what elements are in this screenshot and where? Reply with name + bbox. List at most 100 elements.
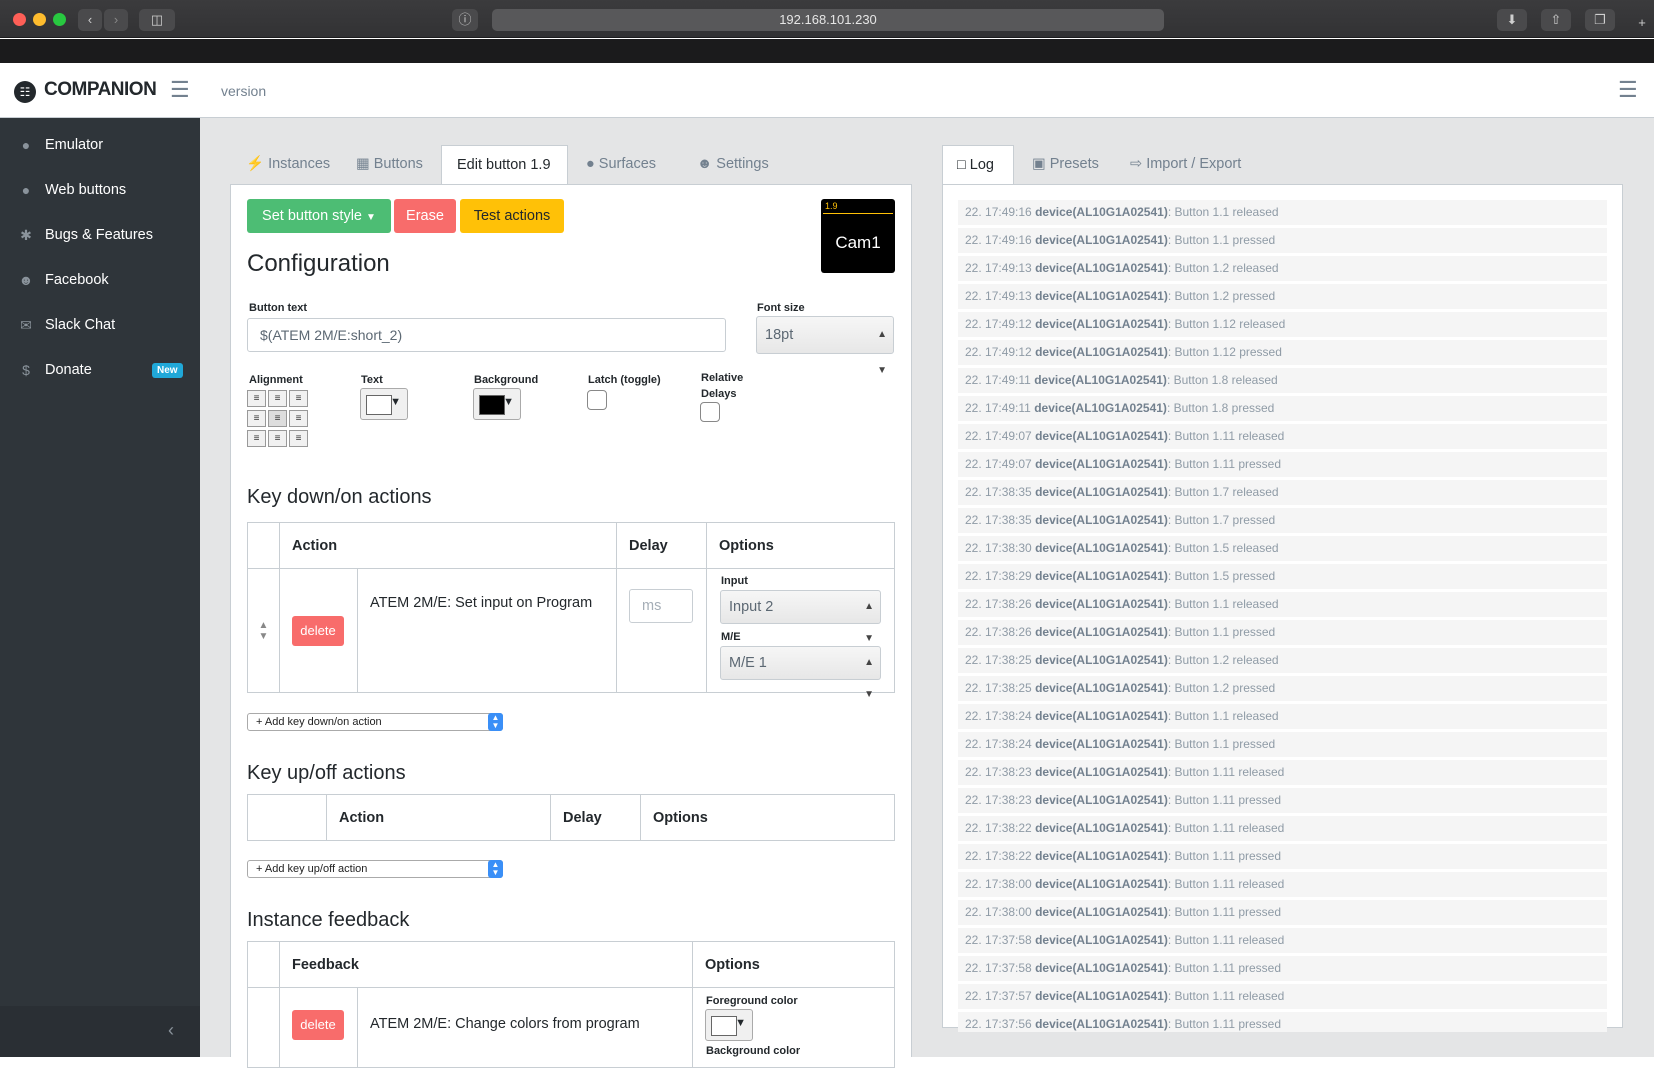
log-time: 22. 17:38:29 (965, 569, 1032, 583)
relative-delays-label: Relative Delays (701, 372, 744, 400)
drag-column-header (247, 794, 327, 841)
align-top-right-icon[interactable]: ≡ (289, 390, 308, 407)
log-time: 22. 17:38:22 (965, 821, 1032, 835)
align-middle-center-icon[interactable]: ≡ (268, 410, 287, 427)
me-select[interactable]: M/E 1 ▲ ▼ (720, 646, 881, 700)
log-device: device(AL10G1A02541) (1035, 233, 1168, 247)
caret-down-icon: ▼ (366, 212, 376, 223)
font-size-label: Font size (757, 302, 805, 314)
log-message: : Button 1.11 released (1167, 989, 1285, 1003)
download-icon[interactable]: ⬇ (1497, 9, 1527, 31)
log-device: device(AL10G1A02541) (1035, 569, 1168, 583)
log-device: device(AL10G1A02541) (1035, 485, 1168, 499)
aside-menu-icon[interactable]: ☰ (1618, 77, 1638, 103)
tabs-icon[interactable]: ❐ (1585, 9, 1615, 31)
back-icon[interactable]: ‹ (78, 9, 102, 31)
privacy-icon[interactable]: ⓘ (452, 9, 478, 31)
zoom-window-button[interactable] (53, 13, 66, 26)
log-time: 22. 17:38:24 (965, 737, 1032, 751)
align-bottom-left-icon[interactable]: ≡ (247, 430, 266, 447)
alignment-label: Alignment (249, 374, 303, 386)
log-device: device(AL10G1A02541) (1035, 261, 1168, 275)
align-top-left-icon[interactable]: ≡ (247, 390, 266, 407)
latch-checkbox[interactable] (587, 390, 607, 410)
log-entry: 22. 17:38:35 device(AL10G1A02541): Butto… (958, 508, 1607, 533)
align-middle-right-icon[interactable]: ≡ (289, 410, 308, 427)
log-device: device(AL10G1A02541) (1035, 681, 1168, 695)
log-message: : Button 1.1 released (1167, 709, 1279, 723)
log-time: 22. 17:49:16 (965, 233, 1032, 247)
key-down-heading: Key down/on actions (247, 486, 432, 508)
log-entry: 22. 17:38:26 device(AL10G1A02541): Butto… (958, 592, 1607, 617)
sidebar-item-slack[interactable]: ✉ Slack Chat (0, 303, 200, 347)
align-bottom-center-icon[interactable]: ≡ (268, 430, 287, 447)
log-time: 22. 17:38:25 (965, 653, 1032, 667)
select-arrows-icon: ▲ ▼ (488, 860, 503, 878)
new-tab-icon[interactable]: + (1632, 12, 1652, 34)
minimize-window-button[interactable] (33, 13, 46, 26)
tab-settings[interactable]: ☻ Settings (683, 145, 783, 185)
add-key-up-action-select[interactable]: + Add key up/off action ▲ ▼ (247, 860, 503, 878)
close-window-button[interactable] (13, 13, 26, 26)
background-color-picker[interactable]: ▼ (473, 388, 521, 420)
log-entry: 22. 17:38:29 device(AL10G1A02541): Butto… (958, 564, 1607, 589)
delete-action-button[interactable]: delete (292, 615, 344, 646)
font-size-select[interactable]: 18pt ▲ ▼ (756, 316, 894, 376)
log-entry: 22. 17:38:24 device(AL10G1A02541): Butto… (958, 704, 1607, 729)
companion-logo-icon: ☷ (14, 81, 36, 103)
preview-id: 1.9 (825, 201, 838, 211)
version-label: version (221, 83, 267, 99)
delete-feedback-button[interactable]: delete (292, 1010, 344, 1040)
delay-input[interactable]: ms (629, 589, 693, 623)
tab-presets[interactable]: ▣ Presets (1018, 145, 1113, 185)
button-preview: 1.9 Cam1 (821, 199, 895, 273)
log-time: 22. 17:49:07 (965, 429, 1032, 443)
sidebar-item-emulator[interactable]: ● Emulator (0, 123, 200, 167)
sidebar-item-web-buttons[interactable]: ● Web buttons (0, 168, 200, 212)
file-import-icon: ⇨ (1130, 156, 1143, 172)
align-bottom-right-icon[interactable]: ≡ (289, 430, 308, 447)
tab-instances[interactable]: ⚡ Instances (232, 145, 344, 185)
tab-import-export[interactable]: ⇨ Import / Export (1116, 145, 1255, 185)
sidebar-item-donate[interactable]: $ Donate New (0, 348, 200, 392)
sidebar-item-bugs[interactable]: ✱ Bugs & Features (0, 213, 200, 257)
add-key-down-action-select[interactable]: + Add key down/on action ▲ ▼ (247, 713, 503, 731)
drag-handle-icon[interactable]: ▲ ▼ (247, 568, 280, 693)
sidebar-minimizer[interactable]: ‹ (0, 1006, 200, 1057)
address-bar[interactable]: 192.168.101.230 (492, 9, 1164, 31)
tab-log[interactable]: □ Log (942, 145, 1014, 185)
log-device: device(AL10G1A02541) (1035, 289, 1168, 303)
configuration-heading: Configuration (247, 250, 390, 277)
share-icon[interactable]: ⇧ (1541, 9, 1571, 31)
me-option-label: M/E (721, 631, 741, 643)
align-top-center-icon[interactable]: ≡ (268, 390, 287, 407)
sidebar-toggle-icon[interactable]: ◫ (139, 9, 175, 31)
gift-icon: ▣ (1032, 156, 1046, 172)
log-message: : Button 1.11 released (1167, 877, 1285, 891)
input-select[interactable]: Input 2 ▲ ▼ (720, 590, 881, 644)
hamburger-icon[interactable]: ☰ (170, 77, 190, 103)
log-message: : Button 1.7 released (1167, 485, 1279, 499)
log-device: device(AL10G1A02541) (1035, 345, 1168, 359)
tab-buttons[interactable]: ▦ Buttons (342, 145, 437, 185)
relative-delays-checkbox[interactable] (700, 402, 720, 422)
forward-icon[interactable]: › (104, 9, 128, 31)
foreground-color-picker[interactable]: ▼ (705, 1009, 753, 1041)
tab-surfaces[interactable]: ● Surfaces (572, 145, 670, 185)
text-color-picker[interactable]: ▼ (360, 388, 408, 420)
log-device: device(AL10G1A02541) (1035, 1017, 1168, 1031)
log-message: : Button 1.11 released (1167, 933, 1285, 947)
log-message: : Button 1.1 pressed (1167, 737, 1276, 751)
button-text-input[interactable]: $(ATEM 2M/E:short_2) (247, 318, 726, 352)
test-actions-button[interactable]: Test actions (460, 199, 564, 233)
log-time: 22. 17:49:13 (965, 289, 1032, 303)
set-button-style-button[interactable]: Set button style ▼ (247, 199, 391, 233)
log-entry: 22. 17:38:25 device(AL10G1A02541): Butto… (958, 676, 1607, 701)
erase-button[interactable]: Erase (394, 199, 456, 233)
align-middle-left-icon[interactable]: ≡ (247, 410, 266, 427)
tab-edit-button[interactable]: Edit button 1.9 (441, 145, 568, 185)
log-message: : Button 1.1 released (1167, 597, 1279, 611)
sidebar-item-facebook[interactable]: ☻ Facebook (0, 258, 200, 302)
text-color-label: Text (361, 374, 383, 386)
log-time: 22. 17:49:16 (965, 205, 1032, 219)
